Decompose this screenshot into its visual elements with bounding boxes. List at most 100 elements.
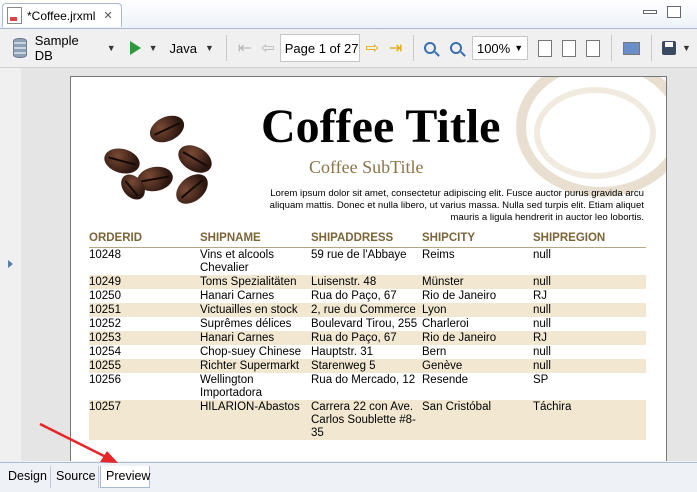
table-row: 10251 Victuailles en stock 2, rue du Com… bbox=[89, 303, 646, 317]
zoom-combo[interactable]: 100% ▼ bbox=[471, 36, 529, 60]
chevron-down-icon[interactable]: ▼ bbox=[682, 43, 691, 53]
cell-shipaddress: Rua do Mercado, 12 bbox=[311, 374, 416, 386]
preview-toolbar: Sample DB ▼ ▼ Java ▼ ⇤ ⇦ Page 1 of 27 ⇨ … bbox=[0, 29, 697, 68]
zoom-in-icon[interactable] bbox=[424, 42, 437, 54]
cell-shipaddress: Luisenstr. 48 bbox=[311, 276, 377, 288]
language-selector[interactable]: Java ▼ bbox=[164, 29, 220, 67]
column-header: SHIPREGION bbox=[533, 232, 606, 244]
toolbar-separator bbox=[225, 35, 227, 61]
language-label: Java bbox=[169, 40, 197, 56]
table-row: 10250 Hanari Carnes Rua do Paço, 67 Rio … bbox=[89, 289, 646, 303]
chevron-down-icon[interactable]: ▼ bbox=[107, 43, 116, 53]
table-row: 10255 Richter Supermarkt Starenweg 5 Gen… bbox=[89, 359, 646, 373]
next-page-icon[interactable]: ⇨ bbox=[365, 38, 378, 58]
tab-design[interactable]: Design bbox=[3, 466, 51, 488]
table-row: 10257 HILARION-Abastos Carrera 22 con Av… bbox=[89, 400, 646, 440]
table-row: 10254 Chop-suey Chinese Hauptstr. 31 Ber… bbox=[89, 345, 646, 359]
chevron-down-icon[interactable]: ▼ bbox=[514, 43, 523, 53]
cell-shipregion: null bbox=[533, 249, 551, 261]
page-indicator[interactable]: Page 1 of 27 bbox=[279, 34, 361, 62]
cell-orderid: 10255 bbox=[89, 360, 121, 372]
fit-width-icon[interactable] bbox=[561, 39, 576, 57]
coffee-stain-image bbox=[534, 87, 656, 179]
editor-tab-label: *Coffee.jrxml bbox=[27, 8, 96, 23]
file-icon bbox=[7, 7, 22, 24]
cell-shipname: Chop-suey Chinese bbox=[200, 346, 302, 358]
minimize-button[interactable] bbox=[643, 10, 657, 14]
cell-shipregion: RJ bbox=[533, 290, 548, 302]
actual-size-icon[interactable] bbox=[585, 39, 600, 57]
cell-orderid: 10252 bbox=[89, 318, 121, 330]
last-page-icon[interactable]: ⇥ bbox=[389, 38, 402, 58]
expand-panel-icon[interactable] bbox=[8, 260, 13, 268]
cell-shipname: HILARION-Abastos bbox=[200, 401, 300, 413]
toolbar-separator bbox=[610, 35, 612, 61]
cell-shipaddress: Starenweg 5 bbox=[311, 360, 376, 372]
cell-shipregion: RJ bbox=[533, 332, 548, 344]
close-icon[interactable]: ✕ bbox=[103, 9, 112, 22]
cell-orderid: 10253 bbox=[89, 332, 121, 344]
table-row: 10248 Vins et alcools Chevalier 59 rue d… bbox=[89, 248, 646, 275]
datasource-selector[interactable]: Sample DB ▼ bbox=[0, 29, 122, 67]
cell-shipregion: Táchira bbox=[533, 401, 572, 413]
cell-shipregion: null bbox=[533, 304, 551, 316]
report-subtitle: Coffee SubTitle bbox=[309, 157, 424, 177]
toolbar-separator bbox=[413, 35, 415, 61]
cell-shipname: Vins et alcools Chevalier bbox=[200, 249, 274, 274]
cell-shipcity: Charleroi bbox=[422, 318, 469, 330]
column-header: SHIPNAME bbox=[200, 232, 261, 244]
chevron-down-icon[interactable]: ▼ bbox=[205, 43, 214, 53]
cell-shipcity: Reims bbox=[422, 249, 455, 261]
cell-orderid: 10256 bbox=[89, 374, 121, 386]
cell-orderid: 10254 bbox=[89, 346, 121, 358]
table-row: 10249 Toms Spezialitäten Luisenstr. 48 M… bbox=[89, 275, 646, 289]
export-icon[interactable] bbox=[622, 41, 641, 55]
cell-shipname: Wellington Importadora bbox=[200, 374, 263, 399]
tab-source[interactable]: Source bbox=[51, 466, 99, 488]
cell-shipaddress: Rua do Paço, 67 bbox=[311, 332, 397, 344]
cell-shipcity: Resende bbox=[422, 374, 469, 386]
report-title: Coffee Title bbox=[261, 100, 501, 153]
zoom-value: 100% bbox=[476, 40, 511, 56]
collapsed-side-panel[interactable] bbox=[0, 68, 21, 461]
run-report-button[interactable]: ▼ bbox=[122, 29, 164, 67]
cell-shipcity: Bern bbox=[422, 346, 447, 358]
column-header: SHIPCITY bbox=[422, 232, 476, 244]
first-page-icon[interactable]: ⇤ bbox=[238, 38, 251, 58]
maximize-button[interactable] bbox=[667, 6, 681, 18]
chevron-down-icon[interactable]: ▼ bbox=[149, 43, 158, 53]
fit-page-icon[interactable] bbox=[538, 39, 552, 57]
cell-shipcity: Lyon bbox=[422, 304, 447, 316]
cell-orderid: 10251 bbox=[89, 304, 121, 316]
editor-tab-coffee[interactable]: *Coffee.jrxml ✕ bbox=[2, 3, 122, 27]
cell-shipname: Suprêmes délices bbox=[200, 318, 292, 330]
cell-orderid: 10249 bbox=[89, 276, 121, 288]
cell-shipcity: Münster bbox=[422, 276, 464, 288]
toolbar-separator bbox=[651, 35, 653, 61]
window-controls bbox=[643, 6, 681, 18]
table-row: 10253 Hanari Carnes Rua do Paço, 67 Rio … bbox=[89, 331, 646, 345]
cell-shipaddress: Hauptstr. 31 bbox=[311, 346, 374, 358]
tab-preview[interactable]: Preview bbox=[100, 466, 150, 488]
report-preview-area[interactable]: Coffee Title Coffee SubTitle Lorem ipsum… bbox=[0, 68, 697, 461]
cell-shipregion: null bbox=[533, 318, 551, 330]
save-icon[interactable] bbox=[662, 41, 677, 55]
previous-page-icon[interactable]: ⇦ bbox=[261, 38, 274, 58]
cell-shipname: Toms Spezialitäten bbox=[200, 276, 297, 288]
cell-shipname: Victuailles en stock bbox=[200, 304, 298, 316]
cell-orderid: 10248 bbox=[89, 249, 121, 261]
cell-shipaddress: Rua do Paço, 67 bbox=[311, 290, 397, 302]
table-row: 10252 Suprêmes délices Boulevard Tirou, … bbox=[89, 317, 646, 331]
cell-shipcity: San Cristóbal bbox=[422, 401, 492, 413]
cell-shipregion: SP bbox=[533, 374, 549, 386]
editor-tab-bar: *Coffee.jrxml ✕ bbox=[0, 0, 697, 29]
database-icon bbox=[13, 38, 27, 58]
table-body: 10248 Vins et alcools Chevalier 59 rue d… bbox=[89, 248, 646, 440]
column-header: ORDERID bbox=[89, 232, 143, 244]
cell-orderid: 10250 bbox=[89, 290, 121, 302]
cell-shipcity: Genève bbox=[422, 360, 463, 372]
run-icon bbox=[129, 41, 141, 55]
editor-mode-tabs: Design Source Preview bbox=[0, 462, 697, 492]
zoom-out-icon[interactable] bbox=[450, 42, 462, 54]
cell-shipaddress: 2, rue du Commerce bbox=[311, 304, 416, 316]
